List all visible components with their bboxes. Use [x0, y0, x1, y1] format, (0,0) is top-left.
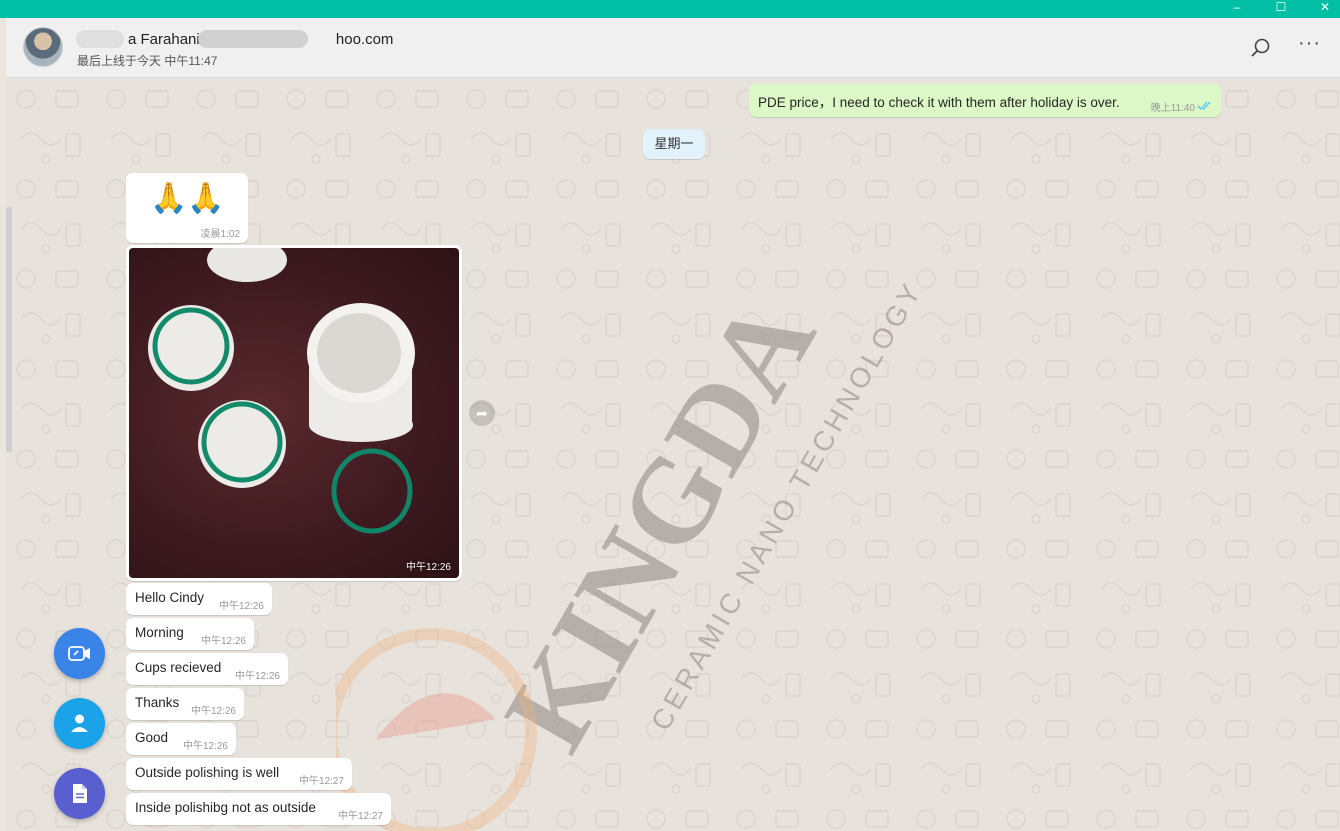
document-icon [73, 784, 87, 803]
title-bar: – ☐ ✕ [0, 0, 1340, 18]
read-receipt-icon [1197, 101, 1211, 110]
minimize-button[interactable]: – [1214, 0, 1260, 18]
message-text: Morning [135, 625, 184, 640]
incoming-message[interactable]: Cups recieved 中午12:26 [126, 653, 288, 685]
message-text: Thanks [135, 695, 180, 710]
video-link-button[interactable] [54, 628, 105, 679]
last-seen-status: 最后上线于今天 中午11:47 [77, 54, 218, 68]
message-time: 晚上11:40 [1150, 103, 1195, 114]
incoming-message[interactable]: Good 中午12:26 [126, 723, 236, 755]
message-time: 中午12:26 [218, 601, 264, 612]
message-text: Outside polishing is well [135, 765, 280, 780]
message-time: 中午12:27 [337, 811, 383, 822]
forward-icon[interactable]: ➦ [469, 400, 495, 426]
outgoing-message[interactable]: PDE price，I need to check it with them a… [749, 84, 1221, 117]
redacted-email-blur [198, 30, 308, 48]
scroll-edge [6, 207, 12, 452]
contact-icon [71, 714, 88, 732]
message-text: Good [135, 730, 169, 745]
contact-button[interactable] [54, 698, 105, 749]
message-text: Hello Cindy [135, 590, 205, 605]
product-photo[interactable]: 中午12:26 [129, 248, 459, 578]
chat-header[interactable]: a Farahani hoo.com 最后上线于今天 中午11:47 ··· [6, 18, 1340, 78]
chat-area[interactable]: KINGDA CERAMIC NANO TECHNOLOGY PDE price… [6, 79, 1340, 831]
incoming-message[interactable]: Hello Cindy 中午12:26 [126, 583, 272, 615]
message-text: PDE price，I need to check it with them a… [758, 95, 1120, 110]
message-time: 中午12:27 [298, 776, 344, 787]
avatar[interactable] [23, 27, 63, 67]
message-time: 中午12:26 [190, 706, 236, 717]
more-icon[interactable]: ··· [1298, 32, 1321, 55]
search-icon[interactable] [1250, 37, 1272, 59]
message-time: 凌晨1:02 [200, 229, 240, 240]
incoming-emoji-message[interactable]: 🙏🙏 凌晨1:02 [126, 173, 248, 243]
message-text: Inside polishibg not as outside [135, 800, 316, 815]
photo-content [148, 248, 415, 534]
maximize-button[interactable]: ☐ [1258, 0, 1304, 18]
incoming-photo-message[interactable]: 中午12:26 [126, 245, 462, 581]
message-time: 中午12:26 [405, 562, 451, 573]
message-time: 中午12:26 [182, 741, 228, 752]
day-separator: 星期一 [643, 129, 705, 159]
message-time: 中午12:26 [234, 671, 280, 682]
emoji-text: 🙏🙏 [150, 182, 225, 215]
incoming-message[interactable]: Inside polishibg not as outside 中午12:27 [126, 793, 391, 825]
incoming-message[interactable]: Thanks 中午12:26 [126, 688, 244, 720]
message-text: Cups recieved [135, 660, 222, 675]
close-button[interactable]: ✕ [1302, 0, 1340, 18]
incoming-message[interactable]: Outside polishing is well 中午12:27 [126, 758, 352, 790]
incoming-message[interactable]: Morning 中午12:26 [126, 618, 254, 650]
message-time: 中午12:26 [200, 636, 246, 647]
video-link-icon [68, 646, 90, 661]
document-button[interactable] [54, 768, 105, 819]
